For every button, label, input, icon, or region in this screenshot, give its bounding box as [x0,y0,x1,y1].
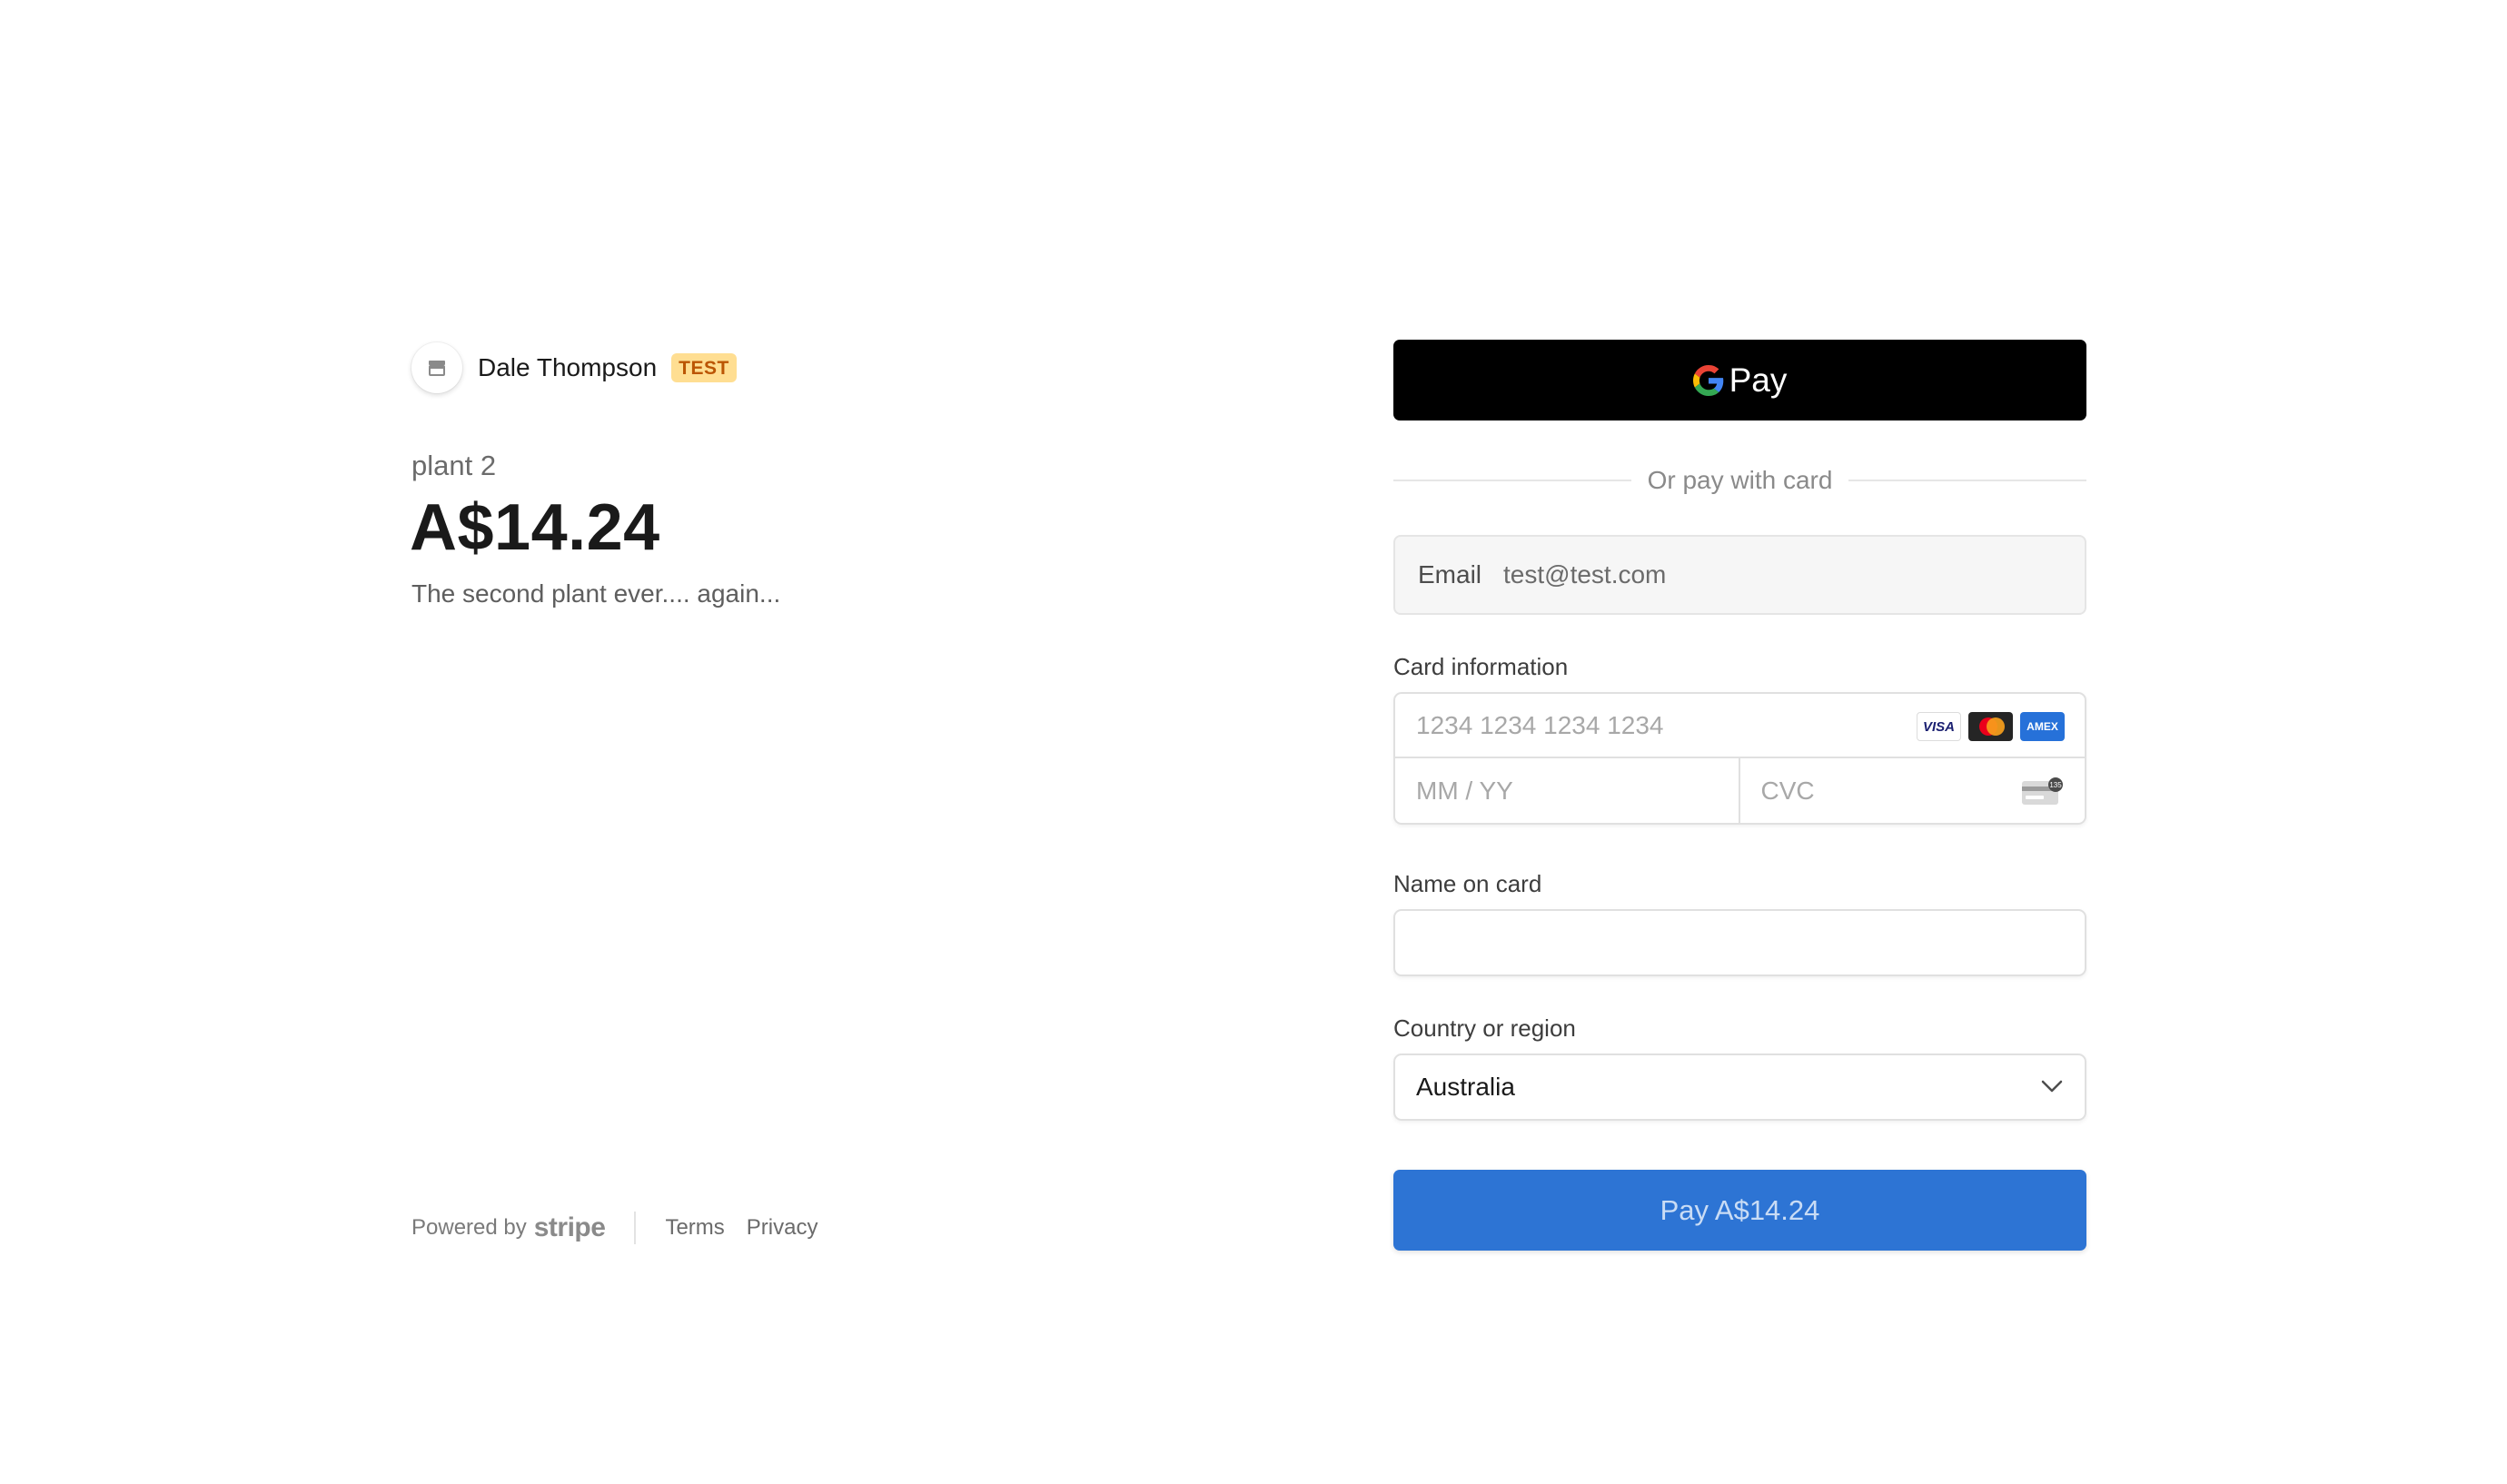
left-pane: Dale Thompson TEST plant 2 A$14.24 The s… [0,0,1249,1484]
amex-icon: AMEX [2020,712,2065,741]
name-on-card-label: Name on card [1393,870,1542,897]
product-description: The second plant ever.... again... [411,579,781,608]
or-divider: Or pay with card [1393,464,2087,497]
stripe-logo: stripe [533,1212,606,1242]
card-information-group: 1234 1234 1234 1234 VISA AMEX MM / YY CV… [1393,692,2086,825]
visa-icon: VISA [1917,712,1961,741]
email-value: test@test.com [1503,560,1667,589]
card-brands: VISA AMEX [1909,712,2065,741]
expiry-input[interactable]: MM / YY [1395,758,1740,823]
or-pay-with-card-text: Or pay with card [1647,466,1833,494]
product-name: plant 2 [411,450,497,481]
footer: Powered by stripe Terms Privacy [411,1208,839,1248]
merchant-name[interactable]: Dale Thompson [478,353,657,382]
card-number-input[interactable]: 1234 1234 1234 1234 VISA AMEX [1395,694,2085,758]
or-line-left [1393,480,1631,481]
privacy-link[interactable]: Privacy [747,1215,818,1241]
payment-form: Pay Or pay with card Email test@test.com… [1393,340,2087,1251]
card-number-placeholder: 1234 1234 1234 1234 [1416,710,1664,739]
svg-text:135: 135 [2049,781,2062,789]
expiry-placeholder: MM / YY [1416,776,1513,805]
powered-by-stripe-link[interactable]: Powered by stripe [411,1212,606,1243]
powered-by-text: Powered by [411,1215,527,1240]
google-g-icon [1692,364,1723,396]
google-pay-label: Pay [1729,361,1788,399]
cvc-input[interactable]: CVC 135 [1740,758,2086,823]
name-on-card-input[interactable] [1393,909,2086,976]
product-price: A$14.24 [410,491,660,564]
mastercard-icon [1968,712,2013,741]
pay-button[interactable]: Pay A$14.24 [1393,1170,2086,1251]
test-mode-badge: TEST [671,353,737,382]
or-line-right [1848,480,2087,481]
country-selected-value: Australia [1416,1073,1515,1101]
pay-button-label: Pay A$14.24 [1660,1193,1820,1226]
footer-separator [634,1212,637,1244]
merchant-header: Dale Thompson TEST [411,341,737,395]
google-pay-button[interactable]: Pay [1393,340,2086,420]
card-information-label: Card information [1393,653,1569,680]
cvc-card-icon: 135 [2022,777,2063,805]
merchant-avatar[interactable] [411,342,462,393]
country-label: Country or region [1393,1014,1576,1042]
country-select[interactable]: Australia [1393,1054,2086,1121]
terms-link[interactable]: Terms [665,1215,724,1241]
store-icon [429,361,445,376]
chevron-down-icon [2041,1080,2063,1093]
cvc-placeholder: CVC [1760,776,1815,805]
card-expiry-cvc-row: MM / YY CVC 135 [1395,758,2085,823]
email-label: Email [1418,560,1482,589]
email-field[interactable]: Email test@test.com [1393,535,2086,615]
